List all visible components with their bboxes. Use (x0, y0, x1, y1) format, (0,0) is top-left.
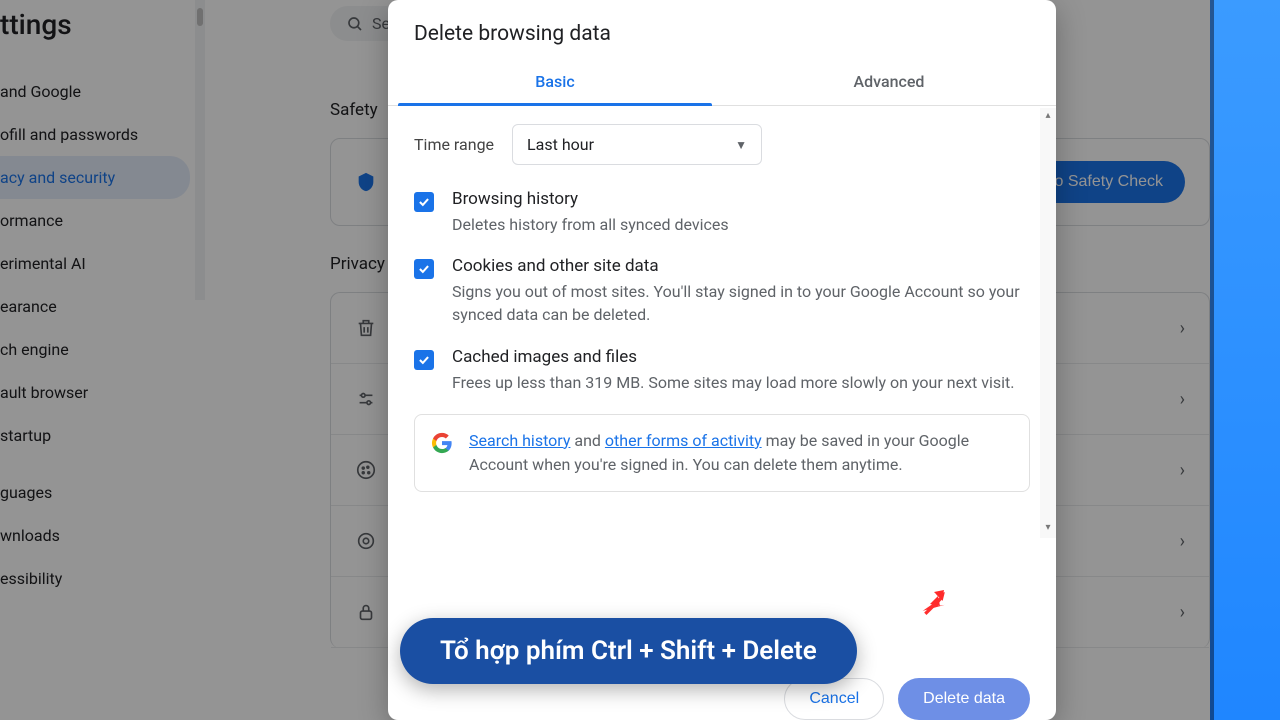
sidebar-item[interactable]: wnloads (0, 514, 190, 557)
search-history-link[interactable]: Search history (469, 431, 570, 450)
option-browsing-history[interactable]: Browsing history Deletes history from al… (414, 189, 1030, 236)
sidebar-item[interactable]: ault browser (0, 371, 190, 414)
option-description: Signs you out of most sites. You'll stay… (452, 280, 1030, 326)
tab-advanced[interactable]: Advanced (722, 60, 1056, 105)
scroll-down-icon[interactable]: ▾ (1042, 522, 1054, 536)
checkbox-cookies[interactable] (414, 259, 434, 279)
option-description: Deletes history from all synced devices (452, 213, 729, 236)
dialog-scrollbar[interactable]: ▴ ▾ (1040, 108, 1056, 538)
option-description: Frees up less than 319 MB. Some sites ma… (452, 371, 1014, 394)
info-text: Search history and other forms of activi… (469, 429, 1013, 477)
option-cookies[interactable]: Cookies and other site data Signs you ou… (414, 256, 1030, 326)
chevron-right-icon: › (1180, 602, 1185, 623)
sidebar-item[interactable]: ofill and passwords (0, 113, 190, 156)
shield-icon (355, 171, 377, 193)
checkbox-browsing-history[interactable] (414, 192, 434, 212)
google-logo-icon (431, 432, 453, 454)
settings-sidebar: and Google ofill and passwords acy and s… (0, 70, 190, 600)
lock-icon (355, 601, 377, 623)
option-title: Cached images and files (452, 347, 1014, 367)
sidebar-item-privacy-security[interactable]: acy and security (0, 156, 190, 199)
scroll-up-icon[interactable]: ▴ (1042, 110, 1054, 124)
sidebar-item[interactable]: erimental AI (0, 242, 190, 285)
option-title: Browsing history (452, 189, 729, 209)
sidebar-item[interactable]: ormance (0, 199, 190, 242)
trash-icon (355, 317, 377, 339)
chevron-down-icon: ▼ (735, 138, 747, 152)
cancel-button[interactable]: Cancel (784, 678, 884, 720)
time-range-label: Time range (414, 135, 494, 154)
sliders-icon (355, 388, 377, 410)
other-activity-link[interactable]: other forms of activity (605, 431, 762, 450)
decorative-edge (1214, 0, 1280, 720)
page-title: ttings (0, 8, 72, 41)
dialog-body: Time range Last hour ▼ Browsing history … (388, 106, 1056, 658)
delete-browsing-data-dialog: Delete browsing data Basic Advanced Time… (388, 0, 1056, 720)
chevron-right-icon: › (1180, 531, 1185, 552)
dialog-title: Delete browsing data (388, 0, 1056, 60)
time-range-select[interactable]: Last hour ▼ (512, 124, 762, 165)
keyboard-shortcut-callout: Tổ hợp phím Ctrl + Shift + Delete (400, 618, 857, 684)
cookie-icon (355, 459, 377, 481)
sidebar-item[interactable]: essibility (0, 557, 190, 600)
option-title: Cookies and other site data (452, 256, 1030, 276)
tab-basic[interactable]: Basic (388, 60, 722, 105)
sidebar-item[interactable]: earance (0, 285, 190, 328)
dialog-tabs: Basic Advanced (388, 60, 1056, 106)
sidebar-item[interactable]: ch engine (0, 328, 190, 371)
chevron-right-icon: › (1180, 318, 1185, 339)
sidebar-item[interactable]: guages (0, 471, 190, 514)
chevron-right-icon: › (1180, 460, 1185, 481)
sidebar-scrollbar[interactable] (195, 0, 205, 300)
sidebar-item[interactable]: startup (0, 414, 190, 457)
option-cache[interactable]: Cached images and files Frees up less th… (414, 347, 1030, 394)
google-account-info: Search history and other forms of activi… (414, 414, 1030, 492)
sidebar-item[interactable]: and Google (0, 70, 190, 113)
time-range-value: Last hour (527, 135, 594, 154)
target-icon (355, 530, 377, 552)
search-icon (346, 15, 364, 33)
checkbox-cache[interactable] (414, 350, 434, 370)
delete-data-button[interactable]: Delete data (898, 678, 1030, 720)
chevron-right-icon: › (1180, 389, 1185, 410)
